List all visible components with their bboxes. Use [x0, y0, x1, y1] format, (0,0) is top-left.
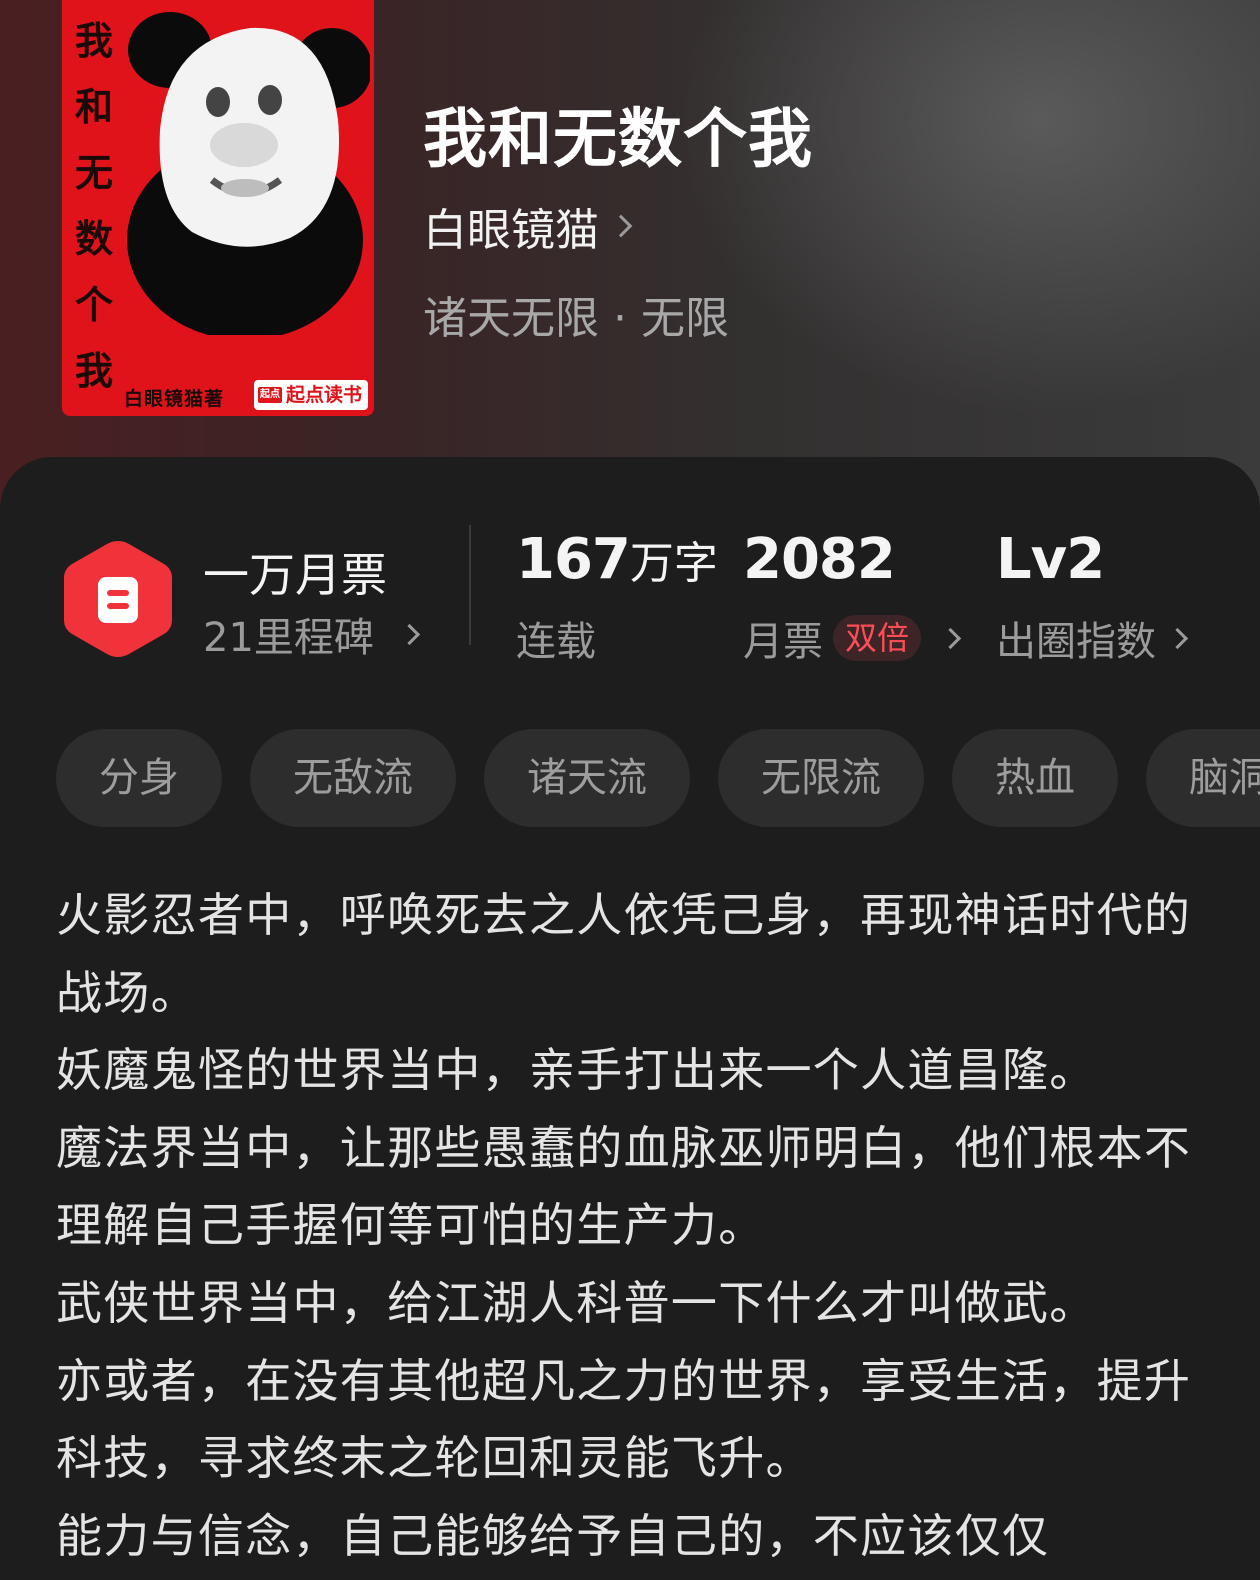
- tag-chip[interactable]: 脑洞: [1146, 729, 1260, 827]
- description-paragraph: 妖魔鬼怪的世界当中，亲手打出来一个人道昌隆。: [56, 1043, 1097, 1098]
- tag-list: 分身 无敌流 诸天流 无限流 热血 脑洞: [56, 729, 1260, 827]
- influence-label: 出圈指数: [996, 619, 1156, 665]
- influence-level-value: Lv2: [996, 527, 1105, 592]
- chevron-right-icon: [609, 214, 633, 238]
- description-paragraph: 亦或者，在没有其他超凡之力的世界，享受生活，提升科技，寻求终末之轮回和灵能飞升。: [56, 1353, 1192, 1486]
- milestone-link[interactable]: 21里程碑: [203, 605, 421, 663]
- tag-chip[interactable]: 分身: [56, 729, 222, 827]
- author-link[interactable]: 白眼镜猫: [423, 194, 633, 258]
- monthly-ticket-count[interactable]: 2082: [743, 527, 896, 592]
- description-paragraph: 能力与信念，自己能够给予自己的，不应该仅仅: [56, 1508, 1050, 1563]
- description-paragraph: 武侠世界当中，给江湖人科普一下什么才叫做武。: [56, 1275, 1097, 1330]
- word-count-unit: 万字: [629, 538, 718, 589]
- book-title: 我和无数个我: [423, 102, 813, 177]
- word-count-number: 167: [516, 527, 631, 592]
- double-ticket-badge: 双倍: [833, 615, 922, 661]
- tag-chip[interactable]: 无敌流: [250, 729, 456, 827]
- ticket-hexagon-icon: [64, 541, 172, 657]
- description-paragraph: 魔法界当中，让那些愚蠢的血脉巫师明白，他们根本不理解自己手握何等可怕的生产力。: [56, 1120, 1192, 1253]
- cover-author-credit: 白眼镜猫著: [124, 388, 225, 410]
- monthly-ticket-label: 月票: [743, 619, 823, 665]
- milestone-title[interactable]: 一万月票: [203, 539, 387, 605]
- tag-chip[interactable]: 诸天流: [484, 729, 690, 827]
- publisher-name: 起点读书: [286, 384, 363, 406]
- tag-chip[interactable]: 无限流: [718, 729, 924, 827]
- monthly-ticket-number: 2082: [743, 527, 896, 592]
- publisher-mini-logo: 起点: [258, 387, 282, 403]
- author-name: 白眼镜猫: [423, 205, 599, 256]
- tag-chip[interactable]: 热血: [952, 729, 1118, 827]
- book-detail-panel: 一万月票 21里程碑 167万字 连载 2082 月票 双倍 Lv2 出圈指数 …: [0, 457, 1260, 1580]
- stats-row: 一万月票 21里程碑 167万字 连载 2082 月票 双倍 Lv2 出圈指数: [0, 525, 1260, 667]
- panda-meme-illustration: [127, 12, 370, 335]
- stats-divider: [469, 525, 471, 645]
- chevron-right-icon: [939, 627, 962, 649]
- monthly-ticket-link[interactable]: 月票 双倍: [743, 609, 962, 667]
- chevron-right-icon: [398, 623, 421, 645]
- serial-status: 连载: [516, 619, 596, 665]
- genre-label: 诸天无限 · 无限: [423, 293, 729, 344]
- cover-vertical-title: 我 和 无 数 个 我: [74, 18, 113, 393]
- influence-link[interactable]: 出圈指数: [996, 609, 1189, 667]
- book-description[interactable]: 火影忍者中，呼唤死去之人依凭己身，再现神话时代的战场。 妖魔鬼怪的世界当中，亲手…: [56, 877, 1196, 1575]
- influence-level[interactable]: Lv2: [996, 527, 1105, 592]
- chevron-right-icon: [1166, 627, 1189, 649]
- word-count: 167万字: [516, 527, 718, 592]
- description-paragraph: 火影忍者中，呼唤死去之人依凭己身，再现神话时代的战场。: [56, 888, 1192, 1020]
- cover-publisher-badge: 起点 起点读书: [254, 380, 369, 410]
- book-cover[interactable]: 我 和 无 数 个 我 白眼镜猫著 起点 起点读书: [62, 0, 374, 416]
- milestone-subtitle: 21里程碑: [203, 615, 374, 661]
